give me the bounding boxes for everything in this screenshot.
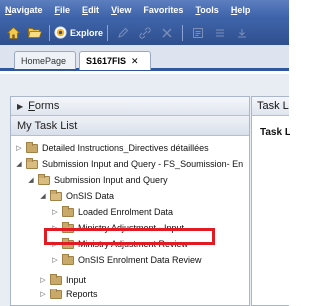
task-list-panel-header: Task Li <box>252 97 289 116</box>
menu-navigate[interactable]: Navigate <box>0 5 50 15</box>
folder-icon <box>50 273 62 285</box>
explore-button[interactable]: Explore <box>54 23 103 43</box>
folder-icon <box>62 205 74 217</box>
menu-view[interactable]: View <box>106 5 138 15</box>
link-icon[interactable] <box>136 26 154 40</box>
toolbar-separator <box>107 24 109 41</box>
delete-icon[interactable] <box>158 26 176 40</box>
toolbar-separator <box>182 24 184 41</box>
explore-label: Explore <box>70 27 104 38</box>
expand-icon[interactable]: ▷ <box>15 144 23 152</box>
open-folder-button[interactable] <box>25 23 45 43</box>
expand-arrow-icon: ▶ <box>17 101 24 111</box>
expand-icon[interactable]: ▷ <box>39 290 47 298</box>
expand-icon[interactable]: ▷ <box>39 276 47 284</box>
content-area: ▶ Forms My Task List ▷ Detailed Instruct… <box>0 74 290 306</box>
edit-icon[interactable] <box>114 26 132 40</box>
my-task-list-title: My Task List <box>17 119 78 132</box>
toolbar: Explore <box>0 20 289 45</box>
folder-open-icon <box>38 173 50 185</box>
folder-icon <box>62 253 74 265</box>
tree-node[interactable]: ▷ Input <box>39 273 86 287</box>
folder-open-icon <box>26 157 38 169</box>
tab-s1617fis[interactable]: S1617FIS ✕ <box>79 51 151 70</box>
menu-tools[interactable]: Tools <box>190 5 225 15</box>
folder-icon <box>50 289 62 299</box>
expand-icon[interactable]: ▷ <box>51 256 59 264</box>
menu-bar: Navigate File Edit View Favorites Tools … <box>0 0 289 20</box>
home-icon <box>6 26 20 39</box>
task-list-subheader: Task L <box>260 127 290 138</box>
tree-node[interactable]: ◢ OnSIS Data <box>39 189 114 203</box>
folder-open-icon <box>28 28 42 38</box>
list-icon[interactable] <box>211 26 229 40</box>
tree-node[interactable]: ▷ OnSIS Enrolment Data Review <box>51 253 202 267</box>
tab-homepage[interactable]: HomePage <box>14 51 76 69</box>
collapse-icon[interactable]: ◢ <box>15 160 23 168</box>
menu-favorites[interactable]: Favorites <box>138 5 190 15</box>
properties-icon[interactable] <box>189 26 207 40</box>
tree-node[interactable]: ◢ Submission Input and Query - FS_Soumis… <box>15 157 243 171</box>
menu-file[interactable]: File <box>50 5 78 15</box>
home-button[interactable] <box>4 23 22 43</box>
menu-edit[interactable]: Edit <box>77 5 106 15</box>
folder-icon <box>26 141 38 153</box>
export-icon[interactable] <box>233 26 251 40</box>
tree-node[interactable]: ▷ Loaded Enrolment Data <box>51 205 173 219</box>
my-task-list-header: My Task List <box>11 116 249 136</box>
tab-label: S1617FIS <box>86 56 127 66</box>
toolbar-separator <box>49 24 50 41</box>
task-list-panel: Task Li Task L <box>251 96 290 306</box>
tree-node[interactable]: ◢ Submission Input and Query <box>27 173 168 187</box>
collapse-icon[interactable]: ◢ <box>27 176 35 184</box>
menu-help[interactable]: Help <box>226 5 258 15</box>
highlight-box <box>44 228 215 245</box>
task-panel: ▶ Forms My Task List ▷ Detailed Instruct… <box>10 96 250 306</box>
collapse-icon[interactable]: ◢ <box>39 192 47 200</box>
explore-icon <box>54 26 67 39</box>
tree-node[interactable]: ▷ Reports <box>39 289 98 299</box>
tree-node[interactable]: ▷ Detailed Instructions_Directives détai… <box>15 141 209 155</box>
expand-icon[interactable]: ▷ <box>51 208 59 216</box>
close-icon[interactable]: ✕ <box>131 56 139 67</box>
document-tabstrip: HomePage S1617FIS ✕ <box>0 45 289 71</box>
folder-open-icon <box>50 189 62 201</box>
tab-label: HomePage <box>21 55 67 66</box>
forms-panel-header[interactable]: ▶ Forms <box>11 97 249 116</box>
